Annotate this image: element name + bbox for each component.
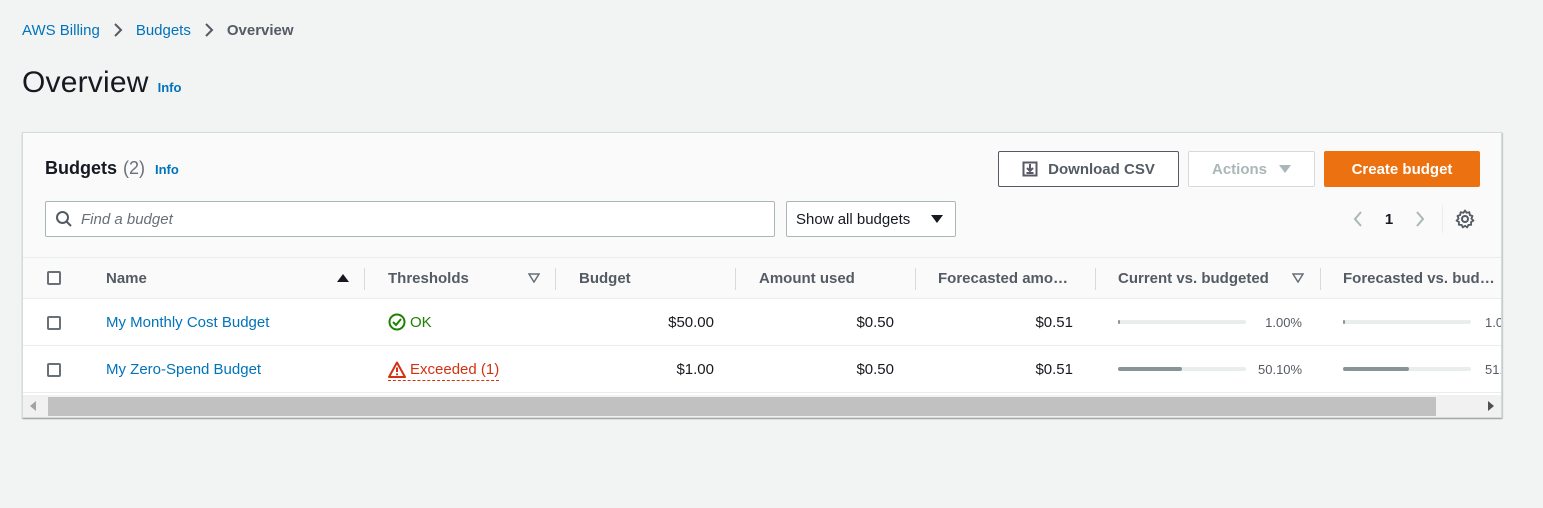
panel-title: Budgets [45,158,117,178]
panel-header: Budgets (2) Info Download CSV Actions Cr… [23,133,1501,257]
progress-percent: 1.00% [1265,314,1302,330]
breadcrumb: AWS Billing Budgets Overview [22,20,294,40]
budget-name-cell: My Zero-Spend Budget [106,346,261,392]
forecasted-vs-budgeted-progress: 1.0 [1343,299,1502,345]
status-ok-icon [388,313,406,331]
progress-percent: 51.3 [1485,361,1501,377]
budget-filter-select[interactable]: Show all budgets [786,201,956,237]
page-header: Overview Info [22,66,181,100]
breadcrumb-overview: Overview [226,21,294,39]
caret-down-icon [931,214,943,224]
search-icon [55,210,73,228]
row-checkbox[interactable] [47,363,61,377]
column-header-amount-used[interactable]: Amount used [759,258,855,298]
threshold-cell: OK [388,299,432,345]
table-row: My Zero-Spend Budget Exceeded (1) $1.00 … [23,346,1501,393]
column-header-name[interactable]: Name [106,258,147,298]
sortable-icon[interactable] [528,273,540,283]
progress-track [1118,320,1246,324]
progress-fill [1343,367,1409,371]
threshold-cell: Exceeded (1) [388,346,500,392]
search-input[interactable] [81,210,721,228]
column-divider [555,268,556,290]
budget-name-link[interactable]: My Zero-Spend Budget [106,361,261,378]
download-csv-label: Download CSV [1048,160,1155,178]
column-header-forecasted-vs-budgeted[interactable]: Forecasted vs. bud… [1343,258,1495,298]
progress-track [1343,320,1471,324]
pager-divider [1442,205,1443,233]
column-divider [915,268,916,290]
threshold-label: OK [410,313,432,331]
progress-fill [1343,320,1345,324]
column-divider [364,268,365,290]
page-number[interactable]: 1 [1368,211,1410,228]
budget-name-link[interactable]: My Monthly Cost Budget [106,314,269,331]
column-header-budget[interactable]: Budget [579,258,631,298]
progress-percent: 50.10% [1258,361,1303,377]
budget-count: (2) [123,158,145,178]
download-icon [1022,161,1038,177]
amount-used-cell: $0.50 [856,313,894,331]
breadcrumb-budgets[interactable]: Budgets [136,22,191,39]
column-divider [735,268,736,290]
chevron-right-icon [100,22,136,38]
amount-used-cell: $0.50 [856,360,894,378]
threshold-status-exceeded[interactable]: Exceeded (1) [388,361,500,381]
download-csv-button[interactable]: Download CSV [998,151,1179,187]
forecasted-amount-cell: $0.51 [1035,313,1073,331]
pagination: 1 [1348,205,1475,233]
scrollbar-thumb[interactable] [48,397,1436,416]
select-all-checkbox[interactable] [47,271,61,285]
forecasted-amount-cell: $0.51 [1035,360,1073,378]
scroll-left-icon[interactable] [30,401,36,411]
threshold-status-ok: OK [388,313,432,331]
warning-icon [388,361,406,379]
budgets-table: Name Thresholds Budget Amount used Forec… [23,257,1502,393]
gear-icon[interactable] [1455,209,1475,229]
threshold-label: Exceeded (1) [410,361,500,378]
scroll-right-icon[interactable] [1488,401,1494,411]
actions-dropdown-button[interactable]: Actions [1188,151,1315,187]
row-checkbox[interactable] [47,316,61,330]
progress-percent: 1.0 [1485,314,1502,330]
current-vs-budgeted-progress: 50.10% [1118,346,1302,392]
column-divider [1320,268,1321,290]
search-box [45,201,775,237]
filter-selected-label: Show all budgets [796,210,911,228]
table-row: My Monthly Cost Budget OK $50.00 $0.50 $… [23,299,1502,346]
progress-fill [1118,367,1183,371]
budget-cell: $1.00 [676,360,714,378]
sortable-icon[interactable] [1292,273,1304,283]
page-info-link[interactable]: Info [158,80,182,95]
actions-label: Actions [1211,160,1267,178]
budget-name-cell: My Monthly Cost Budget [106,299,269,345]
chevron-right-icon[interactable] [1410,210,1430,228]
column-divider [1095,268,1096,290]
forecasted-vs-budgeted-progress: 51.3 [1343,346,1501,392]
panel-info-link[interactable]: Info [155,162,179,177]
current-vs-budgeted-progress: 1.00% [1118,299,1302,345]
chevron-right-icon [191,22,227,38]
panel-title-wrap: Budgets (2) Info [45,158,179,179]
column-header-thresholds[interactable]: Thresholds [388,258,469,298]
progress-fill [1118,320,1120,324]
sort-ascending-icon[interactable] [337,273,349,283]
progress-track [1343,367,1471,371]
progress-track [1118,367,1246,371]
page-title: Overview [22,66,149,99]
column-header-forecasted-amount[interactable]: Forecasted amo… [938,258,1068,298]
breadcrumb-aws-billing[interactable]: AWS Billing [22,22,100,39]
create-budget-button[interactable]: Create budget [1324,151,1480,187]
caret-down-icon [1279,164,1291,174]
budget-cell: $50.00 [668,313,714,331]
horizontal-scrollbar[interactable] [23,395,1501,417]
table-header: Name Thresholds Budget Amount used Forec… [23,257,1501,299]
chevron-left-icon[interactable] [1348,210,1368,228]
column-header-current-vs-budgeted[interactable]: Current vs. budgeted [1118,258,1269,298]
budgets-panel: Budgets (2) Info Download CSV Actions Cr… [22,132,1502,418]
